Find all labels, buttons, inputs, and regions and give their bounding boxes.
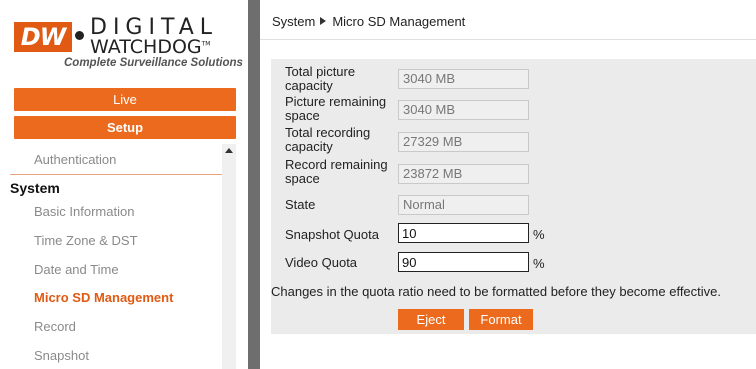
snapshot-quota-input[interactable] — [398, 223, 529, 243]
dw-logo-mark: DW — [14, 22, 72, 52]
menu-group-system: System — [10, 180, 60, 196]
video-quota-percent: % — [533, 256, 545, 271]
logo-dot — [75, 31, 84, 40]
record-remaining-space-field: 23872 MB — [398, 164, 529, 184]
micro-sd-form-panel: Total picture capacity 3040 MB Picture r… — [271, 59, 756, 334]
menu-scrollbar[interactable] — [222, 144, 236, 369]
live-button[interactable]: Live — [14, 88, 236, 111]
breadcrumb-section: System — [272, 14, 316, 29]
breadcrumb-page: Micro SD Management — [332, 14, 466, 29]
menu-item-basic-information[interactable]: Basic Information — [34, 204, 134, 219]
record-remaining-space-label: Record remaining space — [285, 157, 388, 186]
menu-item-micro-sd-management[interactable]: Micro SD Management — [34, 290, 173, 305]
snapshot-quota-percent: % — [533, 227, 545, 242]
format-button[interactable]: Format — [469, 309, 533, 330]
eject-button[interactable]: Eject — [398, 309, 464, 330]
total-recording-capacity-field: 27329 MB — [398, 132, 529, 152]
state-label: State — [285, 197, 316, 212]
page-header: System Micro SD Management — [260, 0, 756, 40]
picture-remaining-space-label: Picture remaining space — [285, 94, 387, 123]
picture-remaining-space-field: 3040 MB — [398, 100, 529, 120]
breadcrumb: System Micro SD Management — [272, 14, 465, 29]
breadcrumb-arrow-icon — [320, 17, 327, 25]
menu-item-snapshot[interactable]: Snapshot — [34, 348, 89, 363]
sidebar: DW DIGITAL WATCHDOGTM Complete Surveilla… — [0, 0, 248, 369]
sidebar-divider[interactable] — [248, 0, 260, 369]
digital-watchdog-logo: DW DIGITAL WATCHDOGTM Complete Surveilla… — [14, 14, 243, 69]
menu-item-record[interactable]: Record — [34, 319, 76, 334]
total-picture-capacity-field: 3040 MB — [398, 69, 529, 89]
logo-mark-text: DW — [20, 23, 66, 51]
setup-button[interactable]: Setup — [14, 116, 236, 139]
total-recording-capacity-label: Total recording capacity — [285, 125, 371, 154]
video-quota-input[interactable] — [398, 252, 529, 272]
menu-item-authentication[interactable]: Authentication — [34, 152, 116, 167]
menu-item-date-and-time[interactable]: Date and Time — [34, 262, 119, 277]
setup-menu: Authentication System Basic Information … — [0, 144, 236, 369]
logo-tagline: Complete Surveillance Solutions — [64, 57, 243, 69]
logo-line2: WATCHDOGTM — [90, 36, 211, 58]
total-picture-capacity-label: Total picture capacity — [285, 64, 356, 93]
snapshot-quota-label: Snapshot Quota — [285, 227, 379, 242]
video-quota-label: Video Quota — [285, 255, 358, 270]
menu-item-time-zone-dst[interactable]: Time Zone & DST — [34, 233, 138, 248]
state-field: Normal — [398, 195, 529, 215]
quota-format-note: Changes in the quota ratio need to be fo… — [271, 284, 721, 299]
scroll-up-arrow-icon[interactable] — [225, 148, 233, 153]
menu-divider — [10, 174, 222, 175]
